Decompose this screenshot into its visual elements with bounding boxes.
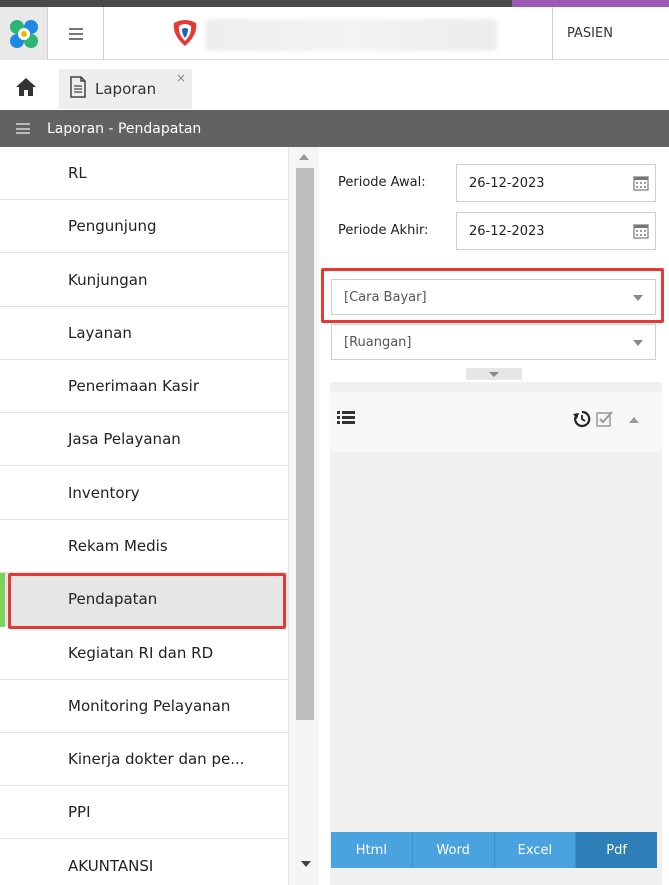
periode-akhir-value: 26-12-2023	[469, 223, 545, 239]
periode-awal-value: 26-12-2023	[469, 175, 545, 191]
app-logo-icon[interactable]	[0, 7, 48, 60]
calendar-icon[interactable]	[633, 175, 649, 191]
periode-akhir-label: Periode Akhir:	[338, 223, 429, 238]
calendar-icon[interactable]	[633, 223, 649, 239]
cara-bayar-select[interactable]: [Cara Bayar]	[331, 279, 656, 315]
check-icon[interactable]	[596, 410, 614, 428]
cara-bayar-placeholder: [Cara Bayar]	[344, 289, 427, 305]
scroll-down-icon[interactable]	[301, 861, 311, 867]
hospital-logo-icon	[170, 19, 200, 53]
top-bar: PASIEN	[0, 7, 669, 60]
tab-laporan[interactable]: Laporan ×	[59, 69, 192, 109]
sidebar-item-rekam-medis[interactable]: Rekam Medis	[0, 520, 288, 573]
sidebar-item-kegiatan-ri-rd[interactable]: Kegiatan RI dan RD	[0, 627, 288, 680]
sidebar-item-rl[interactable]: RL	[0, 147, 288, 200]
sidebar-item-kunjungan[interactable]: Kunjungan	[0, 254, 288, 307]
chevron-down-icon	[633, 295, 643, 301]
periode-awal-field[interactable]: 26-12-2023	[456, 164, 656, 202]
export-html-button[interactable]: Html	[331, 832, 413, 868]
hamburger-icon	[68, 27, 83, 40]
scrollbar-thumb[interactable]	[296, 168, 314, 720]
section-title: Laporan - Pendapatan	[47, 120, 202, 137]
sidebar-item-akuntansi[interactable]: AKUNTANSI	[0, 840, 288, 885]
hospital-name-redacted	[205, 19, 497, 51]
reset-icon[interactable]	[573, 410, 591, 428]
export-bar: Html Word Excel Pdf	[331, 832, 657, 868]
periode-akhir-field[interactable]: 26-12-2023	[456, 212, 656, 250]
report-menu-list: RL Pengunjung Kunjungan Layanan Penerima…	[0, 147, 289, 885]
export-word-button[interactable]: Word	[412, 832, 495, 868]
sidebar-item-jasa-pelayanan[interactable]: Jasa Pelayanan	[0, 413, 288, 466]
periode-awal-label: Periode Awal:	[338, 175, 426, 190]
sidebar-item-penerimaan-kasir[interactable]: Penerimaan Kasir	[0, 360, 288, 413]
ruangan-select[interactable]: [Ruangan]	[331, 324, 656, 360]
hamburger-icon[interactable]	[16, 123, 30, 134]
list-icon[interactable]	[337, 411, 355, 425]
document-icon	[69, 76, 87, 102]
active-item-marker	[0, 573, 5, 627]
export-excel-button[interactable]: Excel	[494, 832, 577, 868]
scroll-up-icon[interactable]	[299, 154, 309, 160]
chevron-down-icon	[633, 340, 643, 346]
pasien-menu-button[interactable]: PASIEN	[552, 7, 669, 60]
sidebar-item-layanan[interactable]: Layanan	[0, 307, 288, 360]
chevron-up-icon[interactable]	[629, 417, 639, 423]
ruangan-placeholder: [Ruangan]	[344, 334, 412, 350]
sidebar-item-ppi[interactable]: PPI	[0, 786, 288, 839]
export-pdf-button[interactable]: Pdf	[576, 832, 657, 868]
tab-strip: Laporan ×	[0, 60, 669, 110]
sidebar-item-pendapatan[interactable]: Pendapatan	[0, 573, 288, 626]
section-header: Laporan - Pendapatan	[0, 110, 669, 147]
chevron-down-icon	[489, 371, 499, 377]
home-icon[interactable]	[14, 76, 50, 106]
sidebar-item-pengunjung[interactable]: Pengunjung	[0, 200, 288, 253]
sidebar-item-inventory[interactable]: Inventory	[0, 467, 288, 520]
sidebar-item-monitoring-pelayanan[interactable]: Monitoring Pelayanan	[0, 680, 288, 733]
expand-filters-button[interactable]	[466, 368, 522, 380]
top-strip-accent	[512, 0, 669, 7]
close-icon[interactable]: ×	[176, 71, 186, 85]
tab-laporan-label: Laporan	[95, 80, 157, 98]
sidebar-item-kinerja-dokter[interactable]: Kinerja dokter dan pe...	[0, 733, 288, 786]
menu-toggle-button[interactable]	[48, 7, 104, 60]
